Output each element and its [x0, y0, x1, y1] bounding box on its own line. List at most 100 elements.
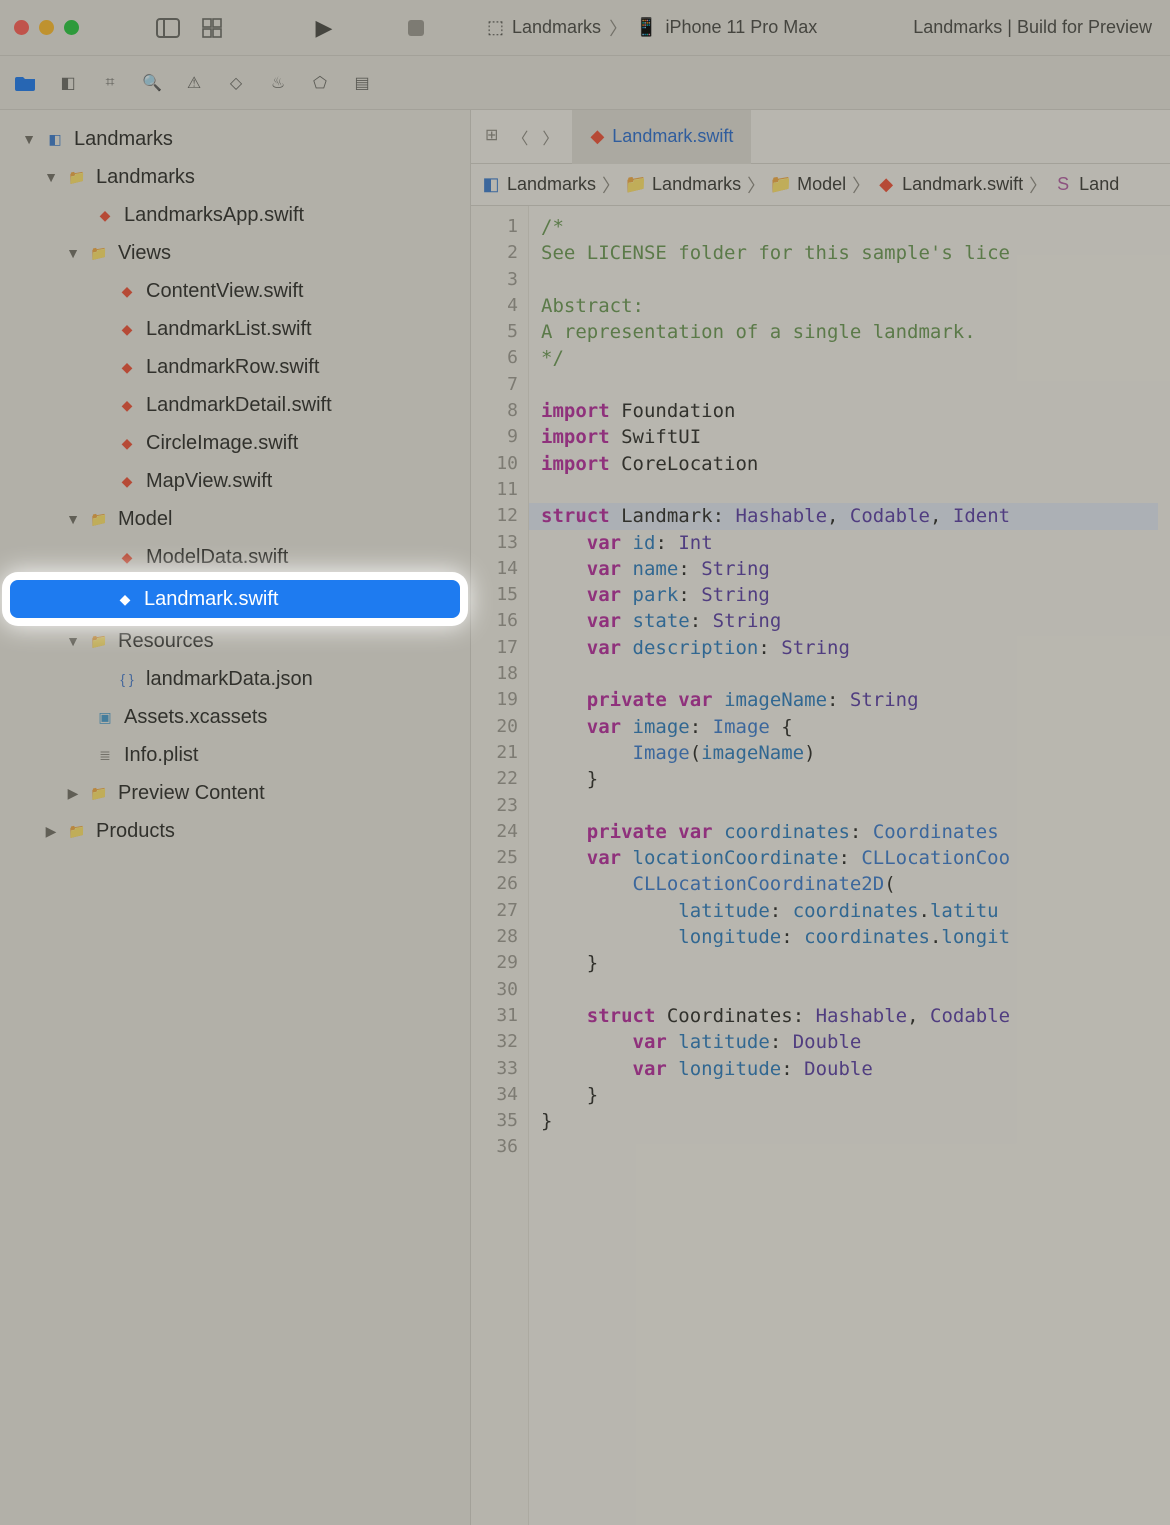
folder-icon: 📁: [66, 166, 88, 188]
folder-icon: 📁: [88, 242, 110, 264]
traffic-lights: [14, 20, 79, 35]
file-label: Info.plist: [124, 744, 198, 767]
close-button[interactable]: [14, 20, 29, 35]
device-icon: 📱: [635, 17, 657, 38]
minimize-button[interactable]: [39, 20, 54, 35]
file-label: LandmarkList.swift: [146, 318, 312, 341]
report-navigator-icon[interactable]: ▤: [350, 71, 374, 95]
group-label: Preview Content: [118, 782, 265, 805]
navigator-filter-row: ◧ ⌗ 🔍 ⚠ ◇ ♨ ⬠ ▤: [0, 56, 1170, 110]
file-row[interactable]: ◆ MapView.swift: [0, 462, 470, 500]
titlebar: ▶ ⬚ Landmarks 〉 📱 iPhone 11 Pro Max Land…: [0, 0, 1170, 56]
breadcrumb-item[interactable]: Land: [1079, 174, 1119, 195]
group-label: Products: [96, 820, 175, 843]
swift-file-icon: ◆: [116, 280, 138, 302]
editor-tab-active[interactable]: ◆ Landmark.swift: [572, 110, 751, 164]
breadcrumb-item[interactable]: Landmark.swift: [902, 174, 1023, 195]
file-label: ModelData.swift: [146, 546, 288, 569]
file-label: LandmarksApp.swift: [124, 204, 304, 227]
code-editor[interactable]: 1234567891011121314151617181920212223242…: [471, 206, 1170, 1525]
symbol-navigator-icon[interactable]: ⌗: [98, 71, 122, 95]
folder-icon: 📁: [88, 508, 110, 530]
group-label: Landmarks: [96, 166, 195, 189]
folder-icon: 📁: [771, 175, 791, 195]
swift-file-icon: ◆: [114, 588, 136, 610]
file-assets[interactable]: ▣ Assets.xcassets: [0, 698, 470, 736]
editor-tabbar: ⊞ 〈 〉 ◆ Landmark.swift: [471, 110, 1170, 164]
jump-bar[interactable]: ◧ Landmarks 〉 📁 Landmarks 〉 📁 Model 〉 ◆ …: [471, 164, 1170, 206]
xcode-window: ▶ ⬚ Landmarks 〉 📱 iPhone 11 Pro Max Land…: [0, 0, 1170, 1525]
maximize-button[interactable]: [64, 20, 79, 35]
file-infoplist[interactable]: ≣ Info.plist: [0, 736, 470, 774]
group-landmarks[interactable]: ▼ 📁 Landmarks: [0, 158, 470, 196]
file-landmarkdata-json[interactable]: { } landmarkData.json: [0, 660, 470, 698]
project-root[interactable]: ▼ ◧ Landmarks: [0, 120, 470, 158]
folder-icon: 📁: [88, 630, 110, 652]
project-icon: ◧: [481, 175, 501, 195]
swift-file-icon: ◆: [116, 546, 138, 568]
forward-button[interactable]: 〉: [542, 125, 558, 149]
plist-icon: ≣: [94, 744, 116, 766]
swift-file-icon: ◆: [94, 204, 116, 226]
group-label: Resources: [118, 630, 214, 653]
code-content[interactable]: /*See LICENSE folder for this sample's l…: [529, 206, 1170, 1525]
file-row[interactable]: ◆CircleImage.swift: [0, 424, 470, 462]
source-control-icon[interactable]: ◧: [56, 71, 80, 95]
file-label: Assets.xcassets: [124, 706, 267, 729]
project-icon: ◧: [44, 128, 66, 150]
swift-file-icon: ◆: [116, 318, 138, 340]
sidebar-toggle-icon[interactable]: [155, 15, 181, 41]
swift-file-icon: ◆: [590, 126, 604, 147]
struct-icon: S: [1053, 175, 1073, 195]
breadcrumb-item[interactable]: Model: [797, 174, 846, 195]
file-row[interactable]: ◆ LandmarkRow.swift: [0, 348, 470, 386]
group-preview-content[interactable]: ▶ 📁 Preview Content: [0, 774, 470, 812]
scheme-selector[interactable]: ⬚ Landmarks 〉 📱 iPhone 11 Pro Max: [487, 15, 817, 41]
file-label: LandmarkRow.swift: [146, 356, 319, 379]
project-navigator[interactable]: ▼ ◧ Landmarks ▼ 📁 Landmarks ◆ LandmarksA…: [0, 110, 471, 1525]
editor-area: ⊞ 〈 〉 ◆ Landmark.swift ◧ Landmarks 〉 📁 L…: [471, 110, 1170, 1525]
back-button[interactable]: 〈: [512, 125, 528, 149]
swift-file-icon: ◆: [876, 175, 896, 195]
debug-navigator-icon[interactable]: ♨: [266, 71, 290, 95]
scheme-device-label: iPhone 11 Pro Max: [665, 17, 817, 38]
json-file-icon: { }: [116, 668, 138, 690]
group-products[interactable]: ▶ 📁 Products: [0, 812, 470, 850]
breadcrumb-item[interactable]: Landmarks: [507, 174, 596, 195]
breadcrumb-item[interactable]: Landmarks: [652, 174, 741, 195]
issue-navigator-icon[interactable]: ⚠: [182, 71, 206, 95]
group-label: Views: [118, 242, 171, 265]
folder-navigator-icon[interactable]: [14, 71, 38, 95]
file-label: ContentView.swift: [146, 280, 304, 303]
group-resources[interactable]: ▼ 📁 Resources: [0, 622, 470, 660]
folder-icon: 📁: [66, 820, 88, 842]
activity-viewer: Landmarks | Build for Preview: [913, 17, 1156, 38]
swift-file-icon: ◆: [116, 432, 138, 454]
group-model[interactable]: ▼ 📁 Model: [0, 500, 470, 538]
selected-file-row[interactable]: ◆ Landmark.swift: [10, 580, 460, 618]
assets-icon: ▣: [94, 706, 116, 728]
project-root-label: Landmarks: [74, 128, 173, 151]
folder-icon: 📁: [626, 175, 646, 195]
app-icon: ⬚: [487, 17, 504, 38]
file-label: MapView.swift: [146, 470, 272, 493]
group-views[interactable]: ▼ 📁 Views: [0, 234, 470, 272]
line-gutter: 1234567891011121314151617181920212223242…: [471, 206, 529, 1525]
test-navigator-icon[interactable]: ◇: [224, 71, 248, 95]
file-row[interactable]: ◆LandmarkDetail.swift: [0, 386, 470, 424]
file-landmarksapp[interactable]: ◆ LandmarksApp.swift: [0, 196, 470, 234]
selected-file-label: Landmark.swift: [144, 588, 279, 611]
breakpoint-navigator-icon[interactable]: ⬠: [308, 71, 332, 95]
stop-button[interactable]: [403, 15, 429, 41]
file-row[interactable]: ◆ ModelData.swift: [0, 538, 470, 576]
find-navigator-icon[interactable]: 🔍: [140, 71, 164, 95]
library-icon[interactable]: [199, 15, 225, 41]
run-button[interactable]: ▶: [311, 15, 337, 41]
swift-file-icon: ◆: [116, 356, 138, 378]
swift-file-icon: ◆: [116, 470, 138, 492]
grid-icon[interactable]: ⊞: [485, 125, 498, 149]
file-label: LandmarkDetail.swift: [146, 394, 332, 417]
file-row[interactable]: ◆ LandmarkList.swift: [0, 310, 470, 348]
tab-label: Landmark.swift: [612, 126, 733, 147]
file-row[interactable]: ◆ ContentView.swift: [0, 272, 470, 310]
